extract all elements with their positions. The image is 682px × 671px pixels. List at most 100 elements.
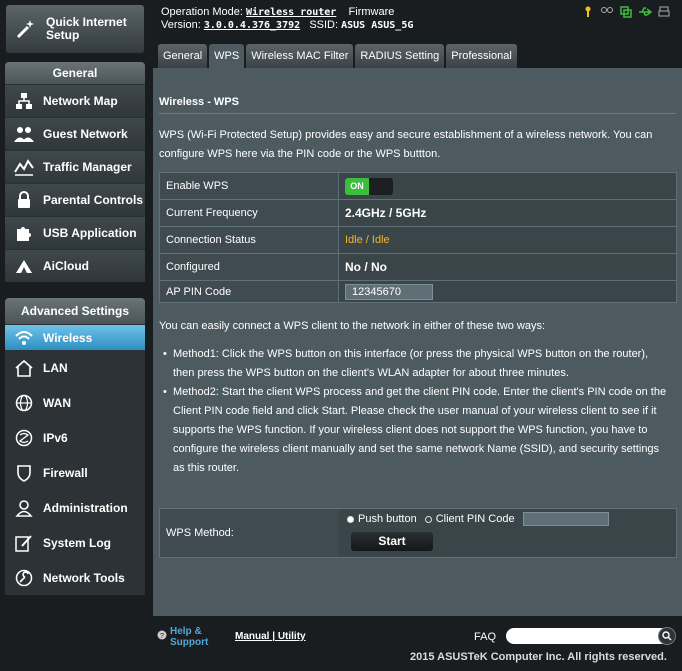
key-icon[interactable] [582,6,594,21]
configured-label: Configured [159,253,339,281]
nav-label: Administration [43,501,128,515]
edit-log-icon [13,532,35,554]
quick-internet-setup-label: Quick Internet Setup [46,15,127,42]
nav-traffic-manager[interactable]: Traffic Manager [5,150,145,183]
utility-link[interactable]: Utility [278,631,306,642]
page-title: Wireless - WPS [159,96,239,108]
puzzle-icon [13,222,35,244]
nav-label: Parental Controls [43,193,144,207]
title-divider [159,113,676,114]
nav-label: Wireless [43,330,93,345]
nav-wan[interactable]: WAN [5,385,145,420]
nav-ipv6[interactable]: IPv6 [5,420,145,455]
user-admin-icon [13,497,35,519]
method-2: Method2: Start the client WPS process an… [161,383,671,478]
op-mode-link[interactable]: Wireless router [246,7,336,18]
client-pin-input[interactable] [522,512,609,526]
nav-usb-application[interactable]: USB Application [5,216,145,249]
nav-system-log[interactable]: System Log [5,525,145,560]
ssid-label: SSID: [309,19,339,31]
nav-label: System Log [43,536,112,550]
printer-icon[interactable] [658,6,670,21]
traffic-manager-icon [13,156,35,178]
tab-bar: General WPS Wireless MAC Filter RADIUS S… [158,44,517,68]
ap-pin-field: 12345670 [345,283,433,300]
nav-guest-network[interactable]: Guest Network [5,117,145,150]
nav-administration[interactable]: Administration [5,490,145,525]
tab-radius-setting[interactable]: RADIUS Setting [355,44,445,68]
general-section-title: General [5,62,145,84]
globe-icon [13,392,35,414]
nav-label: Network Map [43,94,118,108]
tools-icon [13,567,35,589]
nav-label: LAN [43,361,68,375]
client-pin-label: Client PIN Code [435,513,515,525]
ap-pin-cell: 12345670 [338,280,677,303]
firmware-label: Firmware [348,6,395,18]
nav-firewall[interactable]: Firewall [5,455,145,490]
frequency-label: Current Frequency [159,199,339,227]
method-1: Method1: Click the WPS button on this in… [161,345,671,383]
nav-aicloud[interactable]: AiCloud [5,249,145,282]
nav-label: Network Tools [43,571,125,585]
top-header: Operation Mode: Wireless router Firmware… [158,0,682,44]
nav-lan[interactable]: LAN [5,350,145,385]
lock-icon [13,189,35,211]
help-support-label: Help & Support [170,626,209,648]
home-icon [13,357,35,379]
tab-wireless-mac-filter[interactable]: Wireless MAC Filter [246,44,354,68]
wps-description: WPS (Wi-Fi Protected Setup) provides eas… [159,129,653,160]
ap-pin-label: AP PIN Code [159,280,339,303]
version-link[interactable]: 3.0.0.4.376_3792 [204,20,300,31]
manual-link[interactable]: Manual [235,631,269,642]
advanced-section-title: Advanced Settings [5,298,145,324]
configured-value: No / No [338,253,677,281]
nav-parental-controls[interactable]: Parental Controls [5,183,145,216]
internet-status-icon[interactable] [620,6,632,21]
tab-wps[interactable]: WPS [209,44,245,68]
faq-search-input[interactable] [506,628,664,644]
methods-list: Method1: Click the WPS button on this in… [161,345,671,478]
toggle-knob [369,177,393,195]
nav-label: WAN [43,396,71,410]
enable-wps-cell: ON [338,172,677,200]
quick-internet-setup-button[interactable]: Quick Internet Setup [5,4,145,54]
push-button-label: Push button [358,513,417,525]
network-map-icon [13,90,35,112]
enable-wps-toggle[interactable]: ON [345,177,393,195]
table-row: Connection Status Idle / Idle [159,226,677,254]
client-pin-radio[interactable] [424,515,432,523]
wifi-icon [13,327,35,349]
faq-label: FAQ [474,631,497,643]
nav-label: AiCloud [43,259,89,273]
frequency-value: 2.4GHz / 5GHz [338,199,677,227]
usb-icon[interactable] [638,6,653,21]
nav-wireless[interactable]: Wireless [5,324,145,350]
table-row: AP PIN Code 12345670 [159,280,677,303]
svg-text:?: ? [160,633,164,640]
link-separator: | [272,631,276,642]
footer: ? Help & Support Manual | Utility FAQ 20… [150,620,682,671]
nav-label: Firewall [43,466,88,480]
nav-network-map[interactable]: Network Map [5,84,145,117]
wps-settings-table: Enable WPS ON Current Frequency 2.4GHz /… [159,172,677,303]
main-panel: Wireless - WPS WPS (Wi-Fi Protected Setu… [153,68,682,616]
tab-professional[interactable]: Professional [446,44,517,68]
ways-text: You can easily connect a WPS client to t… [159,320,546,332]
general-section: General Network Map Guest Network Traffi… [5,62,145,282]
status-icons [582,6,670,21]
nav-label: USB Application [43,226,137,240]
version-line: Version: 3.0.0.4.376_3792 SSID: ASUS ASU… [161,19,413,31]
wps-method-controls: Push button Client PIN Code Start [339,509,676,557]
guest-network-icon [13,123,35,145]
nav-network-tools[interactable]: Network Tools [5,560,145,595]
table-row: Enable WPS ON [159,172,677,200]
toggle-on-label: ON [345,177,369,195]
nav-label: IPv6 [43,431,68,445]
search-icon[interactable] [658,627,676,645]
clients-icon[interactable] [600,6,614,21]
tab-general[interactable]: General [158,44,208,68]
connection-status-label: Connection Status [159,226,339,254]
start-button[interactable]: Start [351,532,433,551]
push-button-radio[interactable] [347,515,354,523]
